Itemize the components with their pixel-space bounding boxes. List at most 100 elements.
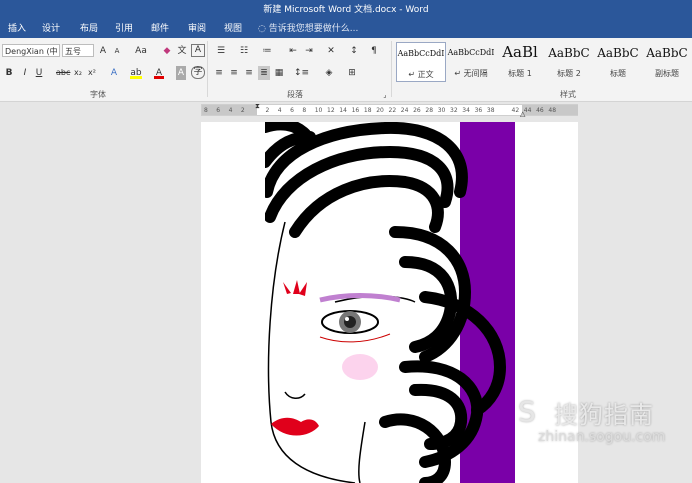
tab-layout[interactable]: 布局 — [80, 20, 98, 38]
style-name: 标题 2 — [557, 69, 581, 78]
style-normal[interactable]: AaBbCcDdI ↵ 正文 — [396, 42, 446, 82]
style-preview: AaBbC — [548, 46, 590, 60]
font-color-icon[interactable]: A — [154, 66, 164, 79]
superscript-icon[interactable]: x² — [86, 66, 98, 80]
highlight-icon[interactable]: ab — [130, 66, 142, 79]
paragraph-group-label: 段落 — [287, 90, 303, 99]
phonetic-guide-icon[interactable]: 文 — [177, 44, 187, 58]
justify-icon[interactable]: ≣ — [258, 66, 270, 80]
ruler-tick: 12 — [327, 107, 335, 114]
style-title[interactable]: AaBbC 标题 — [593, 42, 643, 82]
ruler-tick: 8 — [302, 107, 307, 114]
align-center-icon[interactable]: ≡ — [228, 66, 240, 80]
ruler-tick: 24 — [400, 107, 409, 114]
sogou-logo-icon: S — [518, 395, 536, 428]
bullets-icon[interactable]: ☰ — [213, 44, 229, 58]
indent-marker-icon[interactable]: ⧗ — [255, 102, 260, 111]
watermark-text: 搜狗指南 — [554, 401, 654, 429]
lightbulb-icon: ◌ — [258, 24, 266, 34]
document-page[interactable] — [201, 122, 578, 483]
tab-insert[interactable]: 插入 — [8, 20, 26, 38]
font-name-combo[interactable]: DengXian (中 — [2, 44, 60, 57]
group-separator — [391, 41, 392, 97]
multilevel-list-icon[interactable]: ≔ — [259, 44, 275, 58]
ruler-tick: 48 — [548, 107, 557, 114]
align-right-icon[interactable]: ≡ — [243, 66, 255, 80]
ruler-tick: 26 — [413, 107, 421, 114]
shading-icon[interactable]: ◈ — [322, 66, 336, 80]
style-no-spacing[interactable]: AaBbCcDdI ↵ 无间隔 — [446, 42, 496, 82]
align-left-icon[interactable]: ≡ — [213, 66, 225, 80]
shrink-font-icon[interactable]: A — [112, 44, 122, 58]
italic-icon[interactable]: I — [20, 66, 30, 80]
char-shading-icon[interactable]: A — [176, 66, 186, 80]
font-group-label: 字体 — [90, 90, 106, 99]
ruler-tick: 32 — [450, 107, 458, 114]
window-title: 新建 Microsoft Word 文档.docx - Word — [263, 5, 429, 15]
increase-indent-icon[interactable]: ⇥ — [303, 44, 315, 58]
ruler-tick: 18 — [363, 107, 372, 114]
ruler-tick: 4 — [277, 107, 282, 114]
ruler-tick: 28 — [425, 107, 434, 114]
ruler-tick: 46 — [536, 107, 544, 114]
ribbon: DengXian (中 五号 A A Aa ◆ 文 A B I U abc x₂… — [0, 38, 692, 102]
font-size-combo[interactable]: 五号 — [62, 44, 94, 57]
ruler-tick: 22 — [388, 107, 397, 114]
strikethrough-icon[interactable]: abc — [56, 66, 70, 80]
ruler-tick: 6 — [290, 107, 294, 114]
style-heading-1[interactable]: AaBl 标题 1 — [495, 42, 545, 82]
line-spacing-icon[interactable]: ↕≡ — [294, 66, 309, 80]
style-preview: AaBbCcDdI — [397, 49, 445, 58]
group-separator — [207, 41, 208, 97]
chinese-layout-icon[interactable]: ✕ — [323, 44, 339, 58]
style-name: 标题 1 — [508, 69, 532, 78]
paragraph-launcher-icon[interactable]: ⌟ — [381, 88, 389, 102]
style-heading-2[interactable]: AaBbC 标题 2 — [544, 42, 594, 82]
style-preview: AaBl — [502, 43, 538, 61]
show-marks-icon[interactable]: ¶ — [368, 44, 380, 58]
ruler-tick: 30 — [437, 107, 446, 114]
grow-font-icon[interactable]: A — [98, 44, 108, 58]
style-subtitle[interactable]: AaBbC 副标题 — [642, 42, 692, 82]
ruler-tick: 4 — [228, 107, 233, 114]
tab-mailings[interactable]: 邮件 — [151, 20, 169, 38]
styles-gallery: AaBbCcDdI ↵ 正文 AaBbCcDdI ↵ 无间隔 AaBl 标题 1… — [394, 42, 692, 84]
title-bar: 新建 Microsoft Word 文档.docx - Word — [0, 0, 692, 20]
sort-icon[interactable]: ↕ — [348, 44, 360, 58]
enclose-char-icon[interactable]: 字 — [191, 66, 205, 79]
bold-icon[interactable]: B — [4, 66, 14, 80]
distributed-icon[interactable]: ▦ — [273, 66, 285, 80]
ruler-tick: 8 — [204, 107, 208, 114]
text-effects-icon[interactable]: A — [108, 66, 120, 80]
watermark-url: zhinan.sogou.com — [538, 429, 666, 445]
borders-icon[interactable]: ⊞ — [345, 66, 359, 80]
style-name: ↵ 正文 — [408, 70, 434, 79]
style-preview: AaBbC — [646, 46, 688, 60]
decrease-indent-icon[interactable]: ⇤ — [287, 44, 299, 58]
tab-view[interactable]: 视图 — [224, 20, 242, 38]
style-name: 标题 — [610, 69, 626, 78]
style-name: 副标题 — [655, 69, 679, 78]
portrait-artwork — [265, 122, 515, 483]
subscript-icon[interactable]: x₂ — [72, 66, 84, 80]
font-size-value: 五号 — [65, 47, 81, 56]
change-case-icon[interactable]: Aa — [132, 44, 150, 58]
font-name-value: DengXian (中 — [5, 47, 58, 56]
ruler-tick: 16 — [351, 107, 360, 114]
right-indent-marker-icon[interactable]: △ — [520, 110, 525, 118]
horizontal-ruler[interactable]: 8 6 4 2 2 4 6 8 10 12 14 16 18 20 22 24 26 28 30 32 34 36 38 42… — [201, 102, 578, 118]
tab-references[interactable]: 引用 — [115, 20, 133, 38]
char-border-icon[interactable]: A — [191, 44, 205, 57]
tab-review[interactable]: 审阅 — [188, 20, 206, 38]
tell-me-box[interactable]: ◌ 告诉我您想要做什么... — [258, 20, 358, 38]
tab-design[interactable]: 设计 — [42, 20, 60, 38]
numbering-icon[interactable]: ☷ — [236, 44, 252, 58]
ruler-tick: 20 — [376, 107, 384, 114]
ruler-tick: 14 — [339, 107, 347, 114]
ruler-tick: 2 — [265, 107, 270, 114]
ruler-tick: 2 — [240, 107, 245, 114]
ruler-tick: 42 — [511, 107, 520, 114]
underline-icon[interactable]: U — [34, 66, 44, 80]
style-preview: AaBbC — [597, 46, 639, 60]
clear-format-icon[interactable]: ◆ — [162, 44, 172, 58]
